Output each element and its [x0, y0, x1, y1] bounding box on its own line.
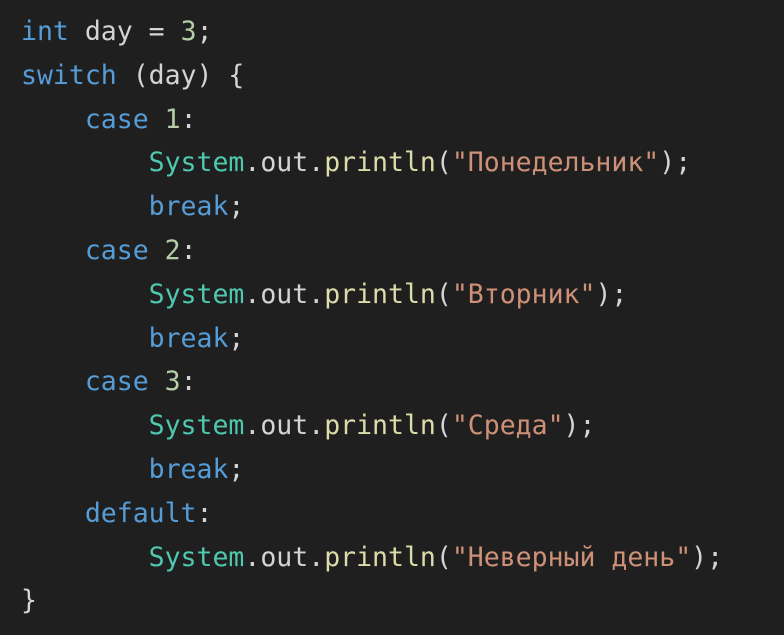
indent-token	[21, 229, 85, 273]
code-line: System. out. println("Понедельник");	[21, 141, 784, 185]
number-token: 1	[164, 103, 181, 135]
punctuation-token: );	[563, 410, 596, 442]
punctuation-token: .	[308, 147, 325, 179]
punctuation-token: (day) {	[116, 59, 245, 91]
class-token: System	[148, 147, 245, 179]
punctuation-token: .	[308, 541, 325, 573]
punctuation-token: (	[435, 410, 452, 442]
function-token: println	[324, 147, 436, 179]
punctuation-token: ;	[228, 322, 245, 354]
class-token: System	[148, 410, 245, 442]
punctuation-token: .	[244, 541, 261, 573]
code-line: break;	[21, 448, 784, 492]
punctuation-token: :	[180, 234, 197, 266]
keyword-token: case	[84, 103, 149, 135]
punctuation-token: }	[21, 585, 37, 617]
code-line: System. out. println("Вторник");	[21, 273, 784, 317]
function-token: println	[324, 541, 436, 573]
indent-token	[149, 229, 165, 273]
function-token: println	[324, 410, 436, 442]
indent-token	[21, 141, 149, 185]
punctuation-token: .	[308, 410, 325, 442]
punctuation-token: .	[244, 410, 261, 442]
string-token: "Неверный день"	[451, 541, 692, 573]
string-token: "Понедельник"	[451, 147, 660, 179]
punctuation-token: .	[308, 278, 325, 310]
punctuation-token: :	[196, 497, 213, 529]
keyword-token: switch	[21, 59, 117, 91]
string-token: "Среда"	[451, 410, 564, 442]
indent-token	[21, 404, 149, 448]
punctuation-token: :	[180, 366, 197, 398]
indent-token	[21, 185, 149, 229]
keyword-token: case	[84, 366, 149, 398]
identifier-token: out	[260, 410, 309, 442]
identifier-token: day	[84, 16, 133, 47]
code-line: switch (day) {	[21, 54, 784, 98]
punctuation-token: ;	[228, 453, 245, 485]
code-line: System. out. println("Неверный день");	[21, 536, 784, 580]
identifier-token: out	[260, 541, 309, 573]
identifier-token: out	[260, 278, 309, 310]
number-token: 2	[164, 234, 181, 266]
code-line: break;	[21, 317, 784, 361]
number-token: 3	[164, 366, 181, 398]
punctuation-token: );	[595, 278, 628, 310]
punctuation-token: (	[435, 541, 452, 573]
punctuation-token: (	[435, 278, 452, 310]
indent-token	[149, 98, 165, 142]
indent-token	[69, 10, 85, 54]
indent-token	[21, 317, 149, 361]
code-line: default:	[21, 492, 784, 536]
punctuation-token: (	[435, 147, 452, 179]
keyword-token: break	[148, 322, 229, 354]
class-token: System	[148, 278, 245, 310]
indent-token	[21, 273, 149, 317]
punctuation-token: ;	[228, 191, 245, 223]
code-line: break;	[21, 185, 784, 229]
class-token: System	[148, 541, 245, 573]
keyword-token: case	[84, 234, 149, 266]
keyword-token: int	[21, 16, 69, 47]
string-token: "Вторник"	[451, 278, 596, 310]
code-line: System. out. println("Среда");	[21, 404, 784, 448]
code-line: int day = 3;	[21, 10, 784, 54]
punctuation-token: ;	[196, 16, 213, 47]
code-editor[interactable]: int day = 3; switch (day) { case 1: Syste…	[0, 0, 784, 635]
indent-token	[149, 360, 165, 404]
keyword-token: break	[148, 453, 229, 485]
indent-token	[21, 98, 85, 142]
indent-token	[21, 448, 149, 492]
indent-token	[21, 536, 149, 580]
identifier-token: out	[260, 147, 309, 179]
code-block: int day = 3; switch (day) { case 1: Syste…	[21, 10, 784, 623]
keyword-token: break	[148, 191, 229, 223]
code-line: case 2:	[21, 229, 784, 273]
punctuation-token: .	[244, 147, 261, 179]
punctuation-token: );	[691, 541, 724, 573]
number-token: 3	[180, 16, 197, 47]
function-token: println	[324, 278, 436, 310]
code-line: case 1:	[21, 98, 784, 142]
punctuation-token: =	[132, 16, 181, 47]
punctuation-token: );	[659, 147, 692, 179]
indent-token	[21, 492, 85, 536]
code-line: case 3:	[21, 360, 784, 404]
punctuation-token: :	[180, 103, 197, 135]
punctuation-token: .	[244, 278, 261, 310]
code-line: }	[21, 579, 784, 623]
keyword-token: default	[84, 497, 197, 529]
indent-token	[21, 360, 85, 404]
